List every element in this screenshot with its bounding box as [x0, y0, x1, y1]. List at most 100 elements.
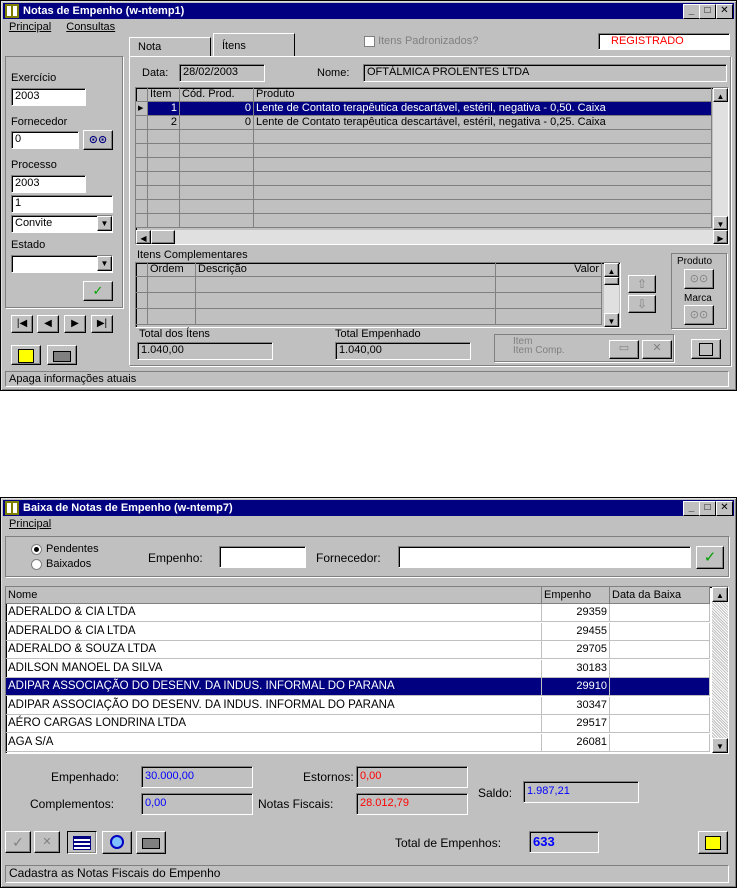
- delete-x-icon[interactable]: ✕: [642, 340, 672, 359]
- grid-cell-item[interactable]: [148, 186, 180, 200]
- grid-cell-produto[interactable]: Lente de Contato terapêutica descartável…: [254, 116, 712, 130]
- empenhos-grid[interactable]: Nome Empenho Data da Baixa ADERALDO & CI…: [5, 586, 729, 754]
- minimize-button[interactable]: _: [683, 4, 700, 19]
- comp-grid-cell[interactable]: [196, 277, 496, 293]
- save-disk-icon[interactable]: [691, 339, 721, 359]
- grid-cell-cod[interactable]: [180, 200, 254, 214]
- confirm-check-icon[interactable]: ✓: [83, 281, 113, 301]
- exit-door-icon[interactable]: [698, 831, 728, 854]
- comp-grid-cell[interactable]: [148, 277, 196, 293]
- comp-grid-cell[interactable]: [136, 293, 148, 309]
- row-indicator[interactable]: [136, 130, 148, 144]
- grid-cell-cod[interactable]: 0: [180, 102, 254, 116]
- table-row[interactable]: ADIPAR ASSOCIAÇÃO DO DESENV. DA INDUS. I…: [6, 696, 710, 715]
- last-record-icon[interactable]: ▶|: [91, 315, 113, 333]
- printer-icon[interactable]: [136, 831, 166, 854]
- close-button[interactable]: ✕: [716, 501, 733, 516]
- processo-number-input[interactable]: 1: [11, 195, 113, 213]
- row-indicator[interactable]: [136, 200, 148, 214]
- grid-cell-cod[interactable]: [180, 144, 254, 158]
- grid-cell-cod[interactable]: [180, 172, 254, 186]
- printer-icon[interactable]: [47, 345, 77, 365]
- table-row[interactable]: ADERALDO & CIA LTDA 29455: [6, 622, 710, 641]
- radio-pendentes[interactable]: Pendentes: [31, 543, 99, 555]
- grid-cell-produto[interactable]: [254, 200, 712, 214]
- tab-itens[interactable]: Ítens: [213, 33, 295, 57]
- comp-header-valor[interactable]: Valor: [496, 263, 602, 277]
- items-grid[interactable]: Ítem Cód. Prod. Produto ▶ 1 0 Lente de Cont…: [135, 87, 729, 245]
- row-indicator[interactable]: ▶: [136, 102, 148, 116]
- grid-cell-cod[interactable]: [180, 130, 254, 144]
- grid-cell-produto[interactable]: [254, 172, 712, 186]
- grid-cell-produto[interactable]: [254, 214, 712, 228]
- row-indicator[interactable]: [136, 158, 148, 172]
- comp-scrollbar[interactable]: ▲ ▼: [604, 263, 619, 327]
- close-button[interactable]: ✕: [716, 4, 733, 19]
- chevron-down-icon[interactable]: ▼: [97, 256, 112, 271]
- maximize-button[interactable]: □: [699, 501, 716, 516]
- produto-search-icon[interactable]: ⊙⊙: [684, 269, 714, 289]
- menu-principal[interactable]: Principal: [9, 21, 51, 33]
- grid-cell-item[interactable]: 2: [148, 116, 180, 130]
- tab-nota[interactable]: Nota: [129, 37, 211, 56]
- grid-cell-produto[interactable]: [254, 158, 712, 172]
- table-row[interactable]: ADIPAR ASSOCIAÇÃO DO DESENV. DA INDUS. I…: [6, 678, 710, 696]
- comp-grid-cell[interactable]: [136, 309, 148, 325]
- comp-grid-cell[interactable]: [148, 293, 196, 309]
- comp-header-ordem[interactable]: Ordem: [148, 263, 196, 277]
- magnifier-icon[interactable]: [102, 831, 132, 854]
- chevron-down-icon[interactable]: ▼: [97, 216, 112, 231]
- minimize-button[interactable]: _: [683, 501, 700, 516]
- grid-cell-produto[interactable]: [254, 186, 712, 200]
- grid-cell-item[interactable]: [148, 158, 180, 172]
- grid-cell-item[interactable]: [148, 200, 180, 214]
- table-row[interactable]: AÉRO CARGAS LONDRINA LTDA 29517: [6, 715, 710, 733]
- grid-cell-item[interactable]: [148, 144, 180, 158]
- estado-select[interactable]: ▼: [11, 255, 113, 273]
- next-record-icon[interactable]: ▶: [64, 315, 86, 333]
- grid-cell-produto[interactable]: [254, 144, 712, 158]
- row-indicator[interactable]: [136, 116, 148, 130]
- modalidade-select[interactable]: Convite ▼: [11, 215, 113, 233]
- comp-grid-cell[interactable]: [496, 309, 602, 325]
- marca-search-icon[interactable]: ⊙⊙: [684, 305, 714, 325]
- comp-header-descricao[interactable]: Descrição: [196, 263, 496, 277]
- grid-cell-item[interactable]: [148, 214, 180, 228]
- complementares-grid[interactable]: Ordem Descrição Valor ▲ ▼: [135, 262, 621, 328]
- comp-grid-cell[interactable]: [196, 309, 496, 325]
- item-radio[interactable]: Item Item Comp.: [501, 337, 565, 356]
- empenho-input[interactable]: [219, 546, 306, 568]
- table-row[interactable]: ADERALDO & SOUZA LTDA 29705: [6, 641, 710, 659]
- grid-cell-cod[interactable]: 0: [180, 116, 254, 130]
- new-document-icon[interactable]: ▭: [609, 340, 639, 359]
- grid-cell-cod[interactable]: [180, 186, 254, 200]
- comp-grid-cell[interactable]: [196, 293, 496, 309]
- processo-year-input[interactable]: 2003: [11, 175, 86, 193]
- table-row[interactable]: ADERALDO & CIA LTDA 29359: [6, 604, 710, 622]
- menu-consultas[interactable]: Consultas: [66, 21, 115, 33]
- horizontal-scrollbar[interactable]: ◀ ▶: [136, 230, 728, 244]
- grid-cell-produto[interactable]: [254, 130, 712, 144]
- radio-baixados[interactable]: Baixados: [31, 558, 91, 570]
- grid-cell-item[interactable]: 1: [148, 102, 180, 116]
- cancel-x-icon[interactable]: ✕: [34, 831, 60, 853]
- grid-header-data-baixa[interactable]: Data da Baixa: [610, 587, 710, 604]
- comp-grid-cell[interactable]: [148, 309, 196, 325]
- grid-cell-cod[interactable]: [180, 158, 254, 172]
- grid-cell-cod[interactable]: [180, 214, 254, 228]
- grid-cell-produto[interactable]: Lente de Contato terapêutica descartável…: [254, 102, 712, 116]
- grid-header-cod[interactable]: Cód. Prod.: [180, 88, 254, 102]
- row-indicator[interactable]: [136, 172, 148, 186]
- row-indicator[interactable]: [136, 186, 148, 200]
- vertical-scrollbar[interactable]: ▲ ▼: [712, 587, 728, 753]
- maximize-button[interactable]: □: [699, 4, 716, 19]
- comp-grid-cell[interactable]: [496, 277, 602, 293]
- fornecedor-input[interactable]: 0: [11, 131, 79, 149]
- confirm-check-icon[interactable]: ✓: [5, 831, 31, 853]
- exit-door-icon[interactable]: [11, 345, 41, 365]
- prev-record-icon[interactable]: ◀: [37, 315, 59, 333]
- grid-cell-item[interactable]: [148, 130, 180, 144]
- fornecedor-input[interactable]: [398, 546, 691, 568]
- grid-header-nome[interactable]: Nome: [6, 587, 542, 604]
- grid-cell-item[interactable]: [148, 172, 180, 186]
